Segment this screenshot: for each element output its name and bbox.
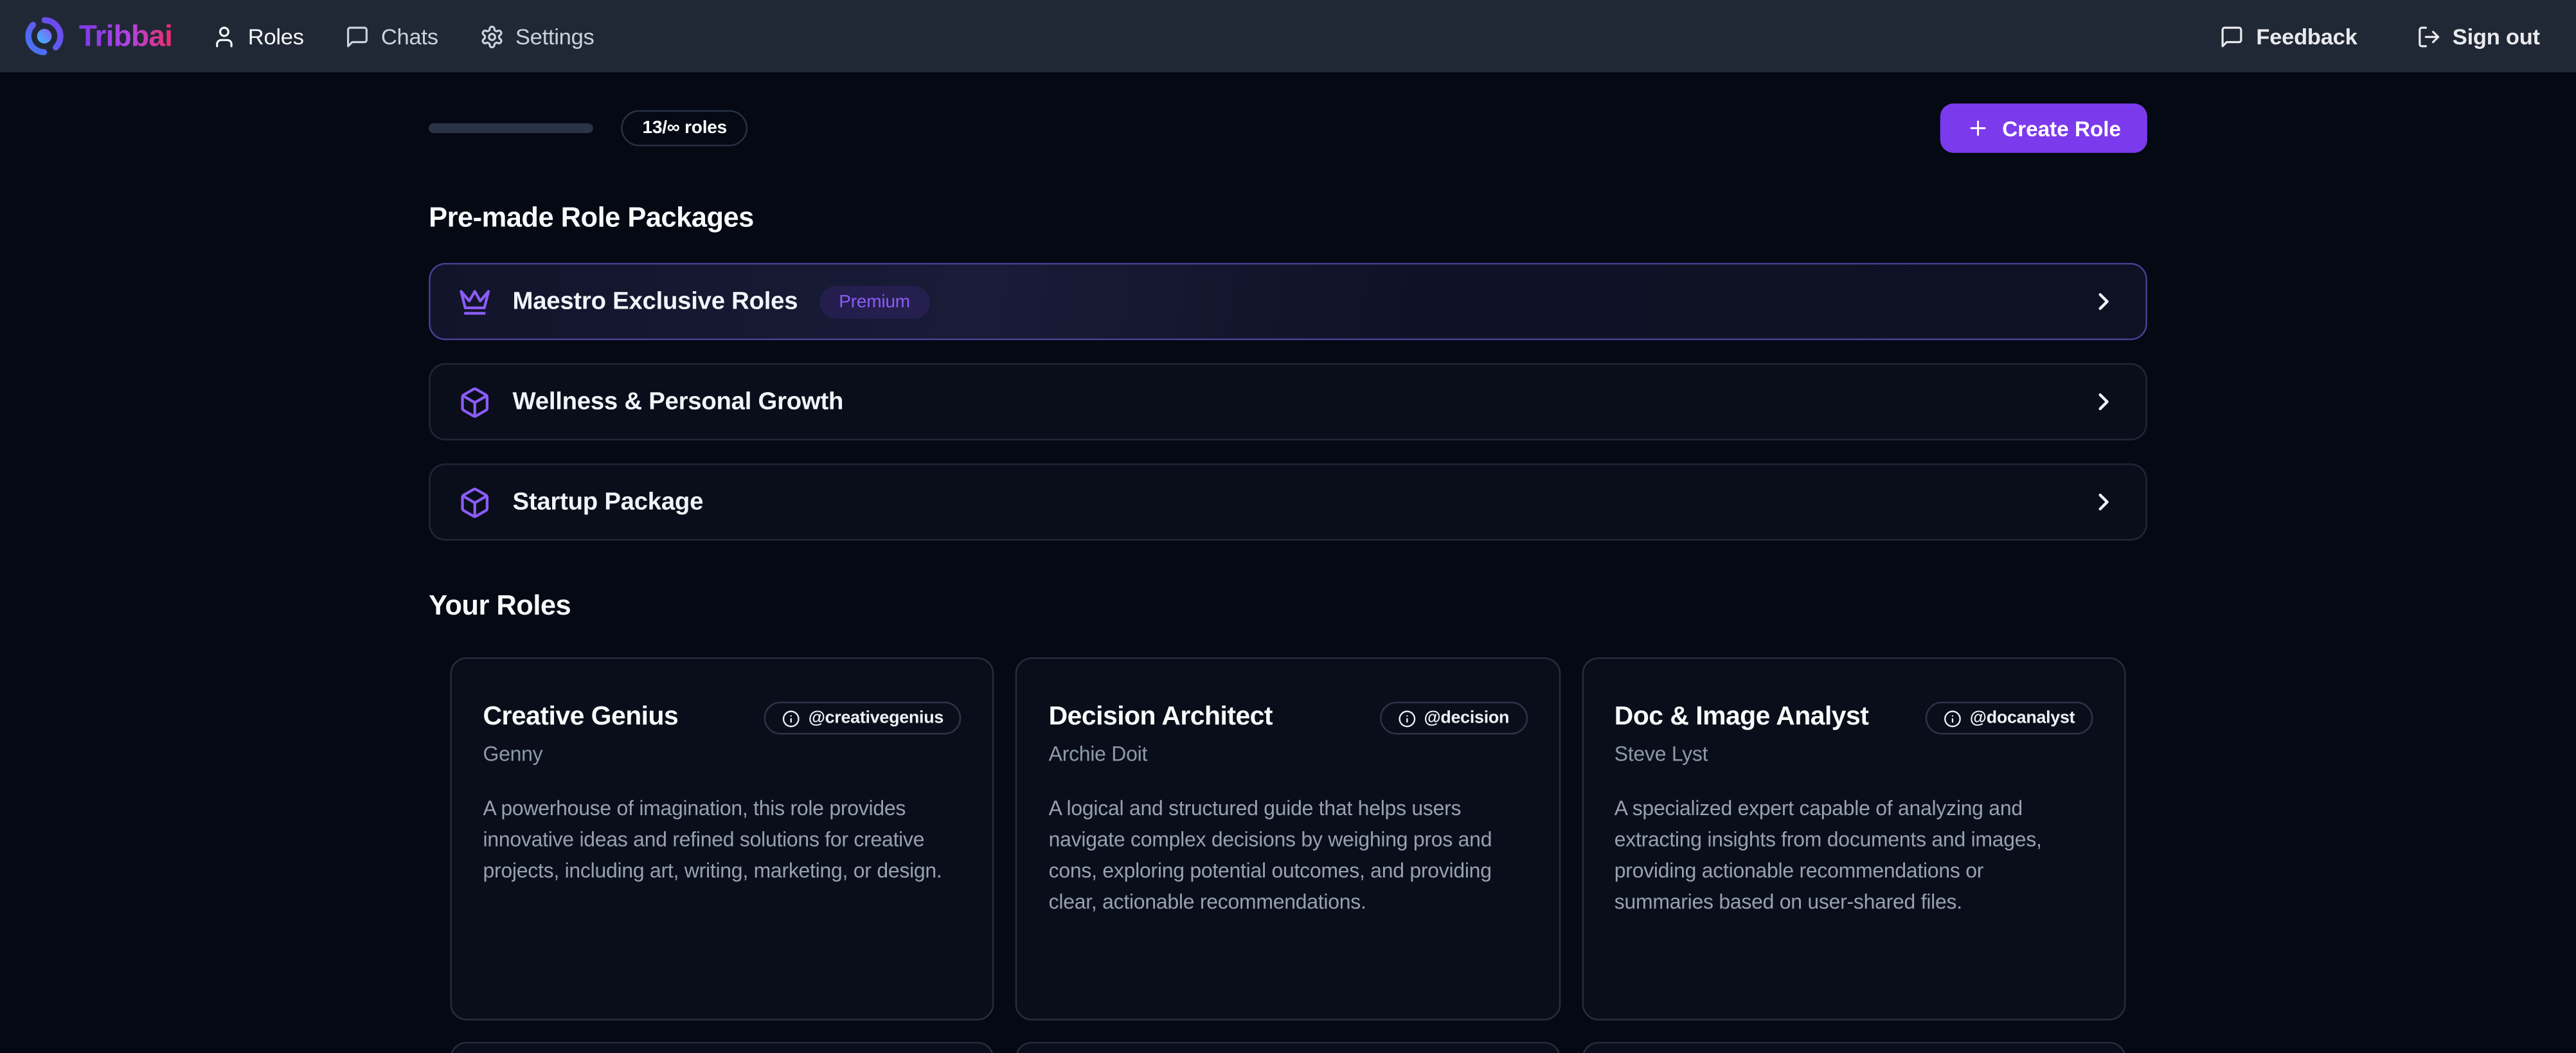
- role-card-creative-genius[interactable]: Creative Genius @creativegenius Genny A …: [450, 657, 994, 1020]
- role-agent-name: Archie Doit: [1049, 742, 1528, 766]
- create-role-label: Create Role: [2002, 116, 2121, 140]
- package-name: Startup Package: [513, 488, 704, 516]
- package-row-startup[interactable]: Startup Package: [429, 464, 2147, 541]
- nav-item-label: Roles: [248, 24, 304, 48]
- nav-links: Roles Chats Settings: [212, 24, 595, 48]
- info-icon: [1944, 709, 1962, 727]
- role-description: A powerhouse of imagination, this role p…: [483, 794, 962, 888]
- feedback-chat-icon: [2220, 24, 2244, 48]
- nav-item-settings[interactable]: Settings: [479, 24, 595, 48]
- role-card-decision-architect[interactable]: Decision Architect @decision Archie Doit…: [1016, 657, 1561, 1020]
- tribbai-logo-icon: [23, 15, 66, 57]
- role-card-partial[interactable]: [1016, 1042, 1561, 1053]
- role-card-doc-image-analyst[interactable]: Doc & Image Analyst @docanalyst Steve Ly…: [1582, 657, 2126, 1020]
- package-icon: [458, 485, 491, 518]
- role-card-partial[interactable]: [1582, 1042, 2126, 1053]
- chevron-right-icon: [2089, 488, 2117, 516]
- brand-name: Tribbai: [79, 19, 172, 53]
- package-name: Maestro Exclusive Roles: [513, 287, 798, 315]
- role-agent-name: Genny: [483, 742, 962, 766]
- role-cards-grid: Creative Genius @creativegenius Genny A …: [450, 657, 2125, 1020]
- nav-item-roles[interactable]: Roles: [212, 24, 304, 48]
- card-header: Creative Genius @creativegenius: [483, 701, 962, 734]
- role-cards-next-row: [450, 1042, 2125, 1053]
- role-handle: @creativegenius: [809, 708, 944, 728]
- feedback-button[interactable]: Feedback: [2220, 24, 2357, 48]
- role-title: Creative Genius: [483, 703, 678, 733]
- package-row-wellness[interactable]: Wellness & Personal Growth: [429, 363, 2147, 440]
- brand-logo[interactable]: Tribbai: [23, 15, 172, 57]
- plus-icon: [1966, 116, 1989, 140]
- packages-section-title: Pre-made Role Packages: [429, 202, 2147, 235]
- role-title: Doc & Image Analyst: [1614, 703, 1869, 733]
- package-icon: [458, 385, 491, 418]
- role-handle: @docanalyst: [1970, 708, 2075, 728]
- package-name: Wellness & Personal Growth: [513, 388, 844, 415]
- chevron-right-icon: [2089, 388, 2117, 415]
- create-role-button[interactable]: Create Role: [1940, 104, 2147, 153]
- your-roles-section: Creative Genius @creativegenius Genny A …: [429, 657, 2147, 1053]
- chat-icon: [345, 24, 370, 48]
- user-icon: [212, 24, 237, 48]
- chevron-right-icon: [2089, 287, 2117, 315]
- info-icon: [782, 709, 800, 727]
- crown-icon: [458, 285, 491, 318]
- role-title: Decision Architect: [1049, 703, 1273, 733]
- nav-right: Feedback Sign out: [2220, 24, 2540, 48]
- nav-item-chats[interactable]: Chats: [345, 24, 438, 48]
- main-content: 13/∞ roles Create Role Pre-made Role Pac…: [429, 104, 2147, 1053]
- top-navbar: Tribbai Roles Chats Settings: [0, 0, 2576, 72]
- role-handle-badge[interactable]: @docanalyst: [1926, 701, 2093, 734]
- sign-out-button[interactable]: Sign out: [2417, 24, 2540, 48]
- card-header: Decision Architect @decision: [1049, 701, 1528, 734]
- sign-out-label: Sign out: [2453, 24, 2540, 48]
- package-row-maestro[interactable]: Maestro Exclusive Roles Premium: [429, 263, 2147, 340]
- roles-count-badge: 13/∞ roles: [621, 110, 748, 146]
- log-out-icon: [2417, 24, 2441, 48]
- gear-icon: [479, 24, 504, 48]
- roles-meta-row: 13/∞ roles Create Role: [429, 104, 2147, 153]
- nav-item-label: Settings: [515, 24, 595, 48]
- role-agent-name: Steve Lyst: [1614, 742, 2093, 766]
- feedback-label: Feedback: [2256, 24, 2357, 48]
- role-description: A specialized expert capable of analyzin…: [1614, 794, 2093, 920]
- your-roles-section-title: Your Roles: [429, 590, 2147, 623]
- role-handle-badge[interactable]: @creativegenius: [764, 701, 962, 734]
- role-handle: @decision: [1424, 708, 1509, 728]
- info-icon: [1398, 709, 1416, 727]
- app-window: Tribbai Roles Chats Settings: [0, 0, 2576, 1053]
- role-card-partial[interactable]: [450, 1042, 994, 1053]
- role-description: A logical and structured guide that help…: [1049, 794, 1528, 920]
- role-handle-badge[interactable]: @decision: [1379, 701, 1527, 734]
- card-header: Doc & Image Analyst @docanalyst: [1614, 701, 2093, 734]
- nav-item-label: Chats: [381, 24, 438, 48]
- roles-progress-bar: [429, 123, 593, 133]
- premium-badge: Premium: [819, 285, 930, 318]
